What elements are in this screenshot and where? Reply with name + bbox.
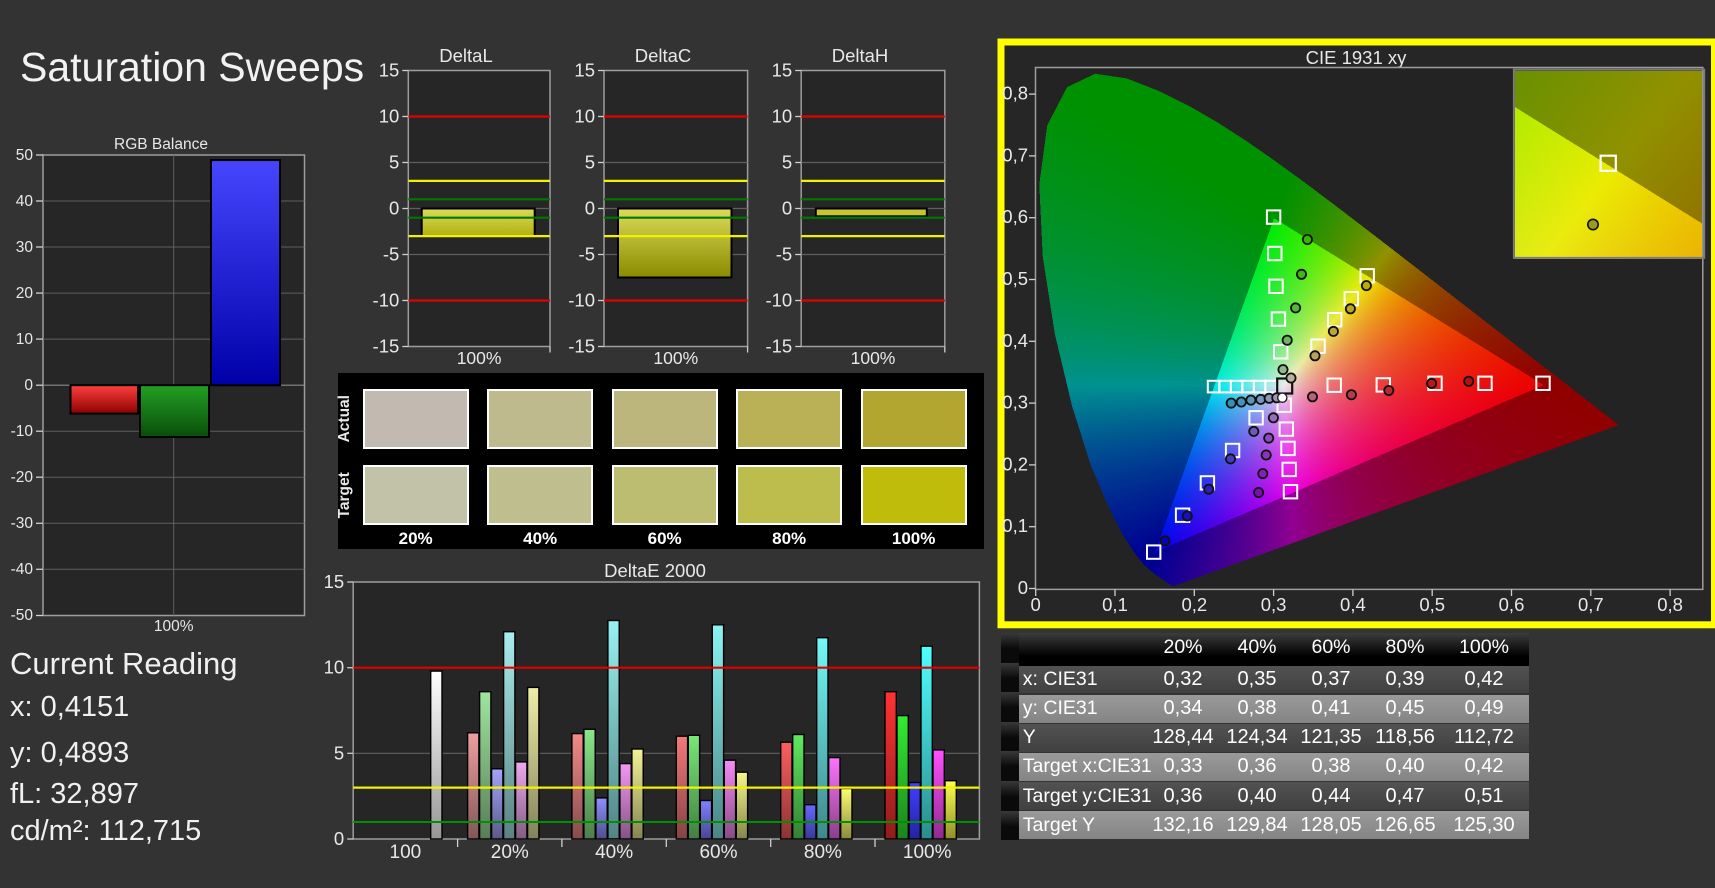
svg-text:Actual: Actual xyxy=(336,395,353,442)
svg-text:Target: Target xyxy=(336,472,353,518)
